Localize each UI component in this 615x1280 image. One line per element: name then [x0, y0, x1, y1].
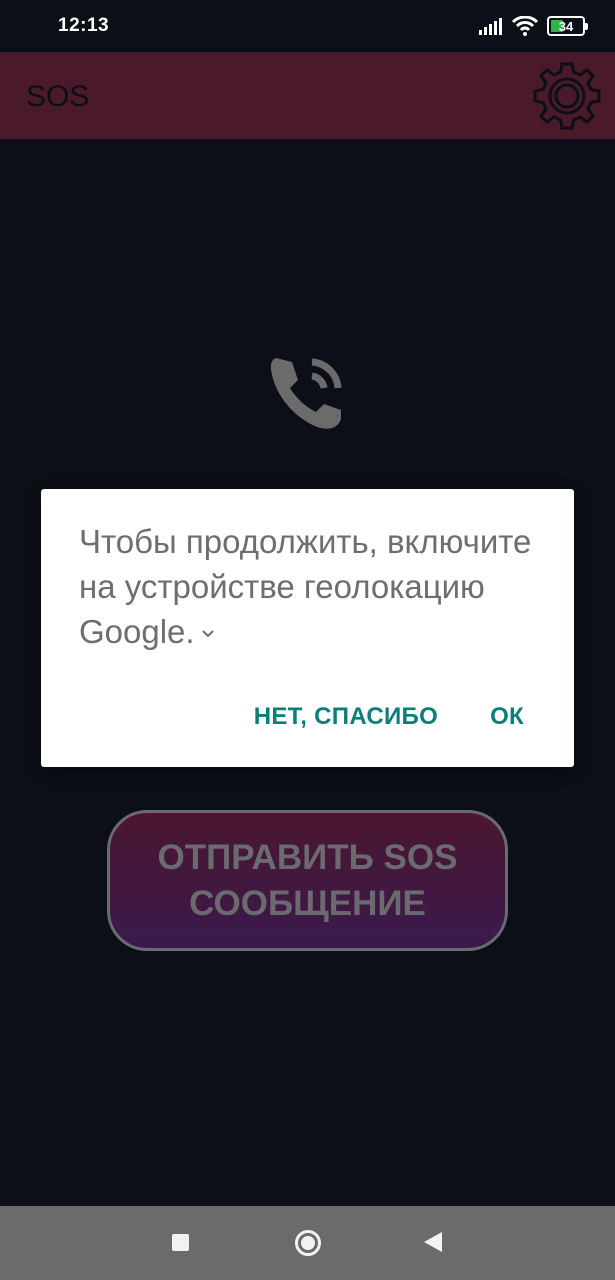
- status-time: 12:13: [58, 15, 110, 36]
- battery-level: 34: [558, 18, 574, 34]
- app-title: SOS: [26, 80, 90, 113]
- no-thanks-button[interactable]: НЕТ, СПАСИБО: [254, 703, 438, 731]
- dialog-message: Чтобы продолжить, включите на устройстве…: [79, 523, 532, 650]
- chevron-down-icon[interactable]: [201, 629, 215, 639]
- sos-button-label: ОТПРАВИТЬ SOS СООБЩЕНИЕ: [157, 837, 458, 923]
- status-bar: 12:13 34: [0, 0, 615, 52]
- navigation-bar: [0, 1206, 615, 1280]
- recents-square-icon[interactable]: [172, 1234, 189, 1251]
- dialog-actions: НЕТ, СПАСИБО ОК: [254, 703, 524, 731]
- location-dialog: Чтобы продолжить, включите на устройстве…: [41, 489, 574, 767]
- status-icons: 34: [479, 16, 588, 36]
- dialog-message-container[interactable]: Чтобы продолжить, включите на устройстве…: [79, 519, 539, 654]
- back-triangle-icon[interactable]: [424, 1232, 442, 1252]
- signal-icon: [479, 18, 502, 35]
- home-circle-icon[interactable]: [295, 1230, 321, 1256]
- ok-button[interactable]: ОК: [490, 703, 524, 731]
- sos-send-button[interactable]: ОТПРАВИТЬ SOS СООБЩЕНИЕ: [107, 810, 508, 951]
- screen: 12:13 34 SOS ОТПРАВИТЬ SOS СООБЩЕНИЕ Что…: [0, 0, 615, 1280]
- app-bar: SOS: [0, 52, 615, 139]
- gear-icon[interactable]: [529, 58, 605, 134]
- phone-call-icon: [270, 358, 342, 429]
- wifi-icon: [511, 16, 539, 36]
- battery-icon: 34: [547, 16, 588, 36]
